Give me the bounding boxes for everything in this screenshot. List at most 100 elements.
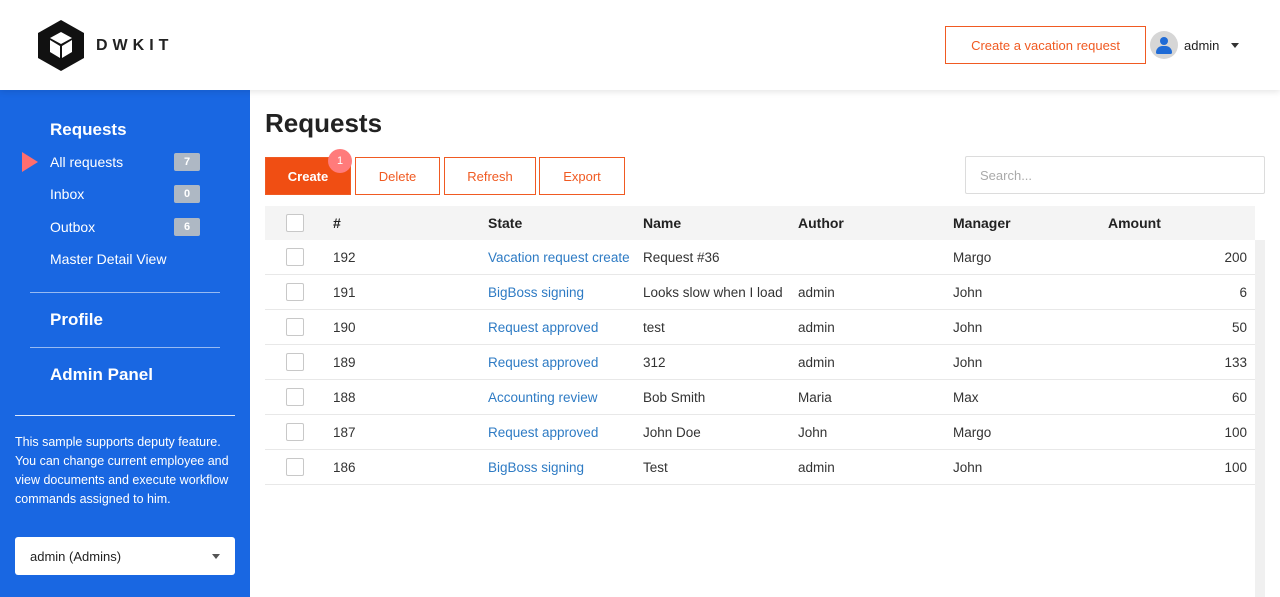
- deputy-feature-note: This sample supports deputy feature. You…: [15, 435, 229, 506]
- create-vacation-request-button[interactable]: Create a vacation request: [945, 26, 1146, 64]
- grid-header: # State Name Author Manager Amount: [265, 206, 1255, 240]
- cell-amount: 133: [1224, 354, 1247, 370]
- cell-manager: Margo: [953, 249, 992, 265]
- user-menu[interactable]: admin: [1150, 31, 1240, 59]
- count-badge: 7: [174, 153, 200, 171]
- cell-name: John Doe: [643, 424, 701, 440]
- cube-logo-icon: [38, 20, 84, 71]
- sidebar-item-label: Outbox: [50, 219, 96, 235]
- row-checkbox[interactable]: [286, 388, 304, 406]
- active-item-marker-icon: [22, 152, 38, 172]
- column-header-author[interactable]: Author: [798, 215, 844, 231]
- cell-id: 187: [333, 424, 356, 440]
- sidebar: Requests All requests 7 Inbox 0 Outbox 6…: [0, 90, 250, 597]
- count-badge: 6: [174, 218, 200, 236]
- cell-id: 186: [333, 459, 356, 475]
- sidebar-item-inbox[interactable]: Inbox 0: [50, 184, 200, 204]
- logo[interactable]: DWKIT: [38, 20, 173, 71]
- sidebar-item-all-requests[interactable]: All requests 7: [50, 152, 200, 172]
- cell-state-link[interactable]: BigBoss signing: [488, 285, 630, 300]
- cell-manager: Margo: [953, 424, 992, 440]
- search-input[interactable]: [965, 156, 1265, 194]
- cell-manager: John: [953, 459, 983, 475]
- select-all-checkbox[interactable]: [286, 214, 304, 232]
- cell-amount: 200: [1224, 249, 1247, 265]
- cell-id: 189: [333, 354, 356, 370]
- notification-badge: 1: [328, 149, 352, 173]
- employee-select-value: admin (Admins): [30, 548, 122, 564]
- cell-manager: John: [953, 319, 983, 335]
- cell-manager: John: [953, 284, 983, 300]
- sidebar-divider: [30, 292, 220, 293]
- grid-scrollbar[interactable]: [1255, 240, 1265, 597]
- table-row[interactable]: 190 Request approved test admin John 50: [265, 310, 1255, 345]
- cell-state-link[interactable]: Request approved: [488, 355, 630, 370]
- table-row[interactable]: 189 Request approved 312 admin John 133: [265, 345, 1255, 380]
- cell-name: Looks slow when I load: [643, 284, 783, 300]
- chevron-down-icon: [212, 553, 220, 559]
- refresh-button[interactable]: Refresh: [444, 157, 536, 195]
- row-checkbox[interactable]: [286, 458, 304, 476]
- column-header-id[interactable]: #: [333, 215, 341, 231]
- sidebar-item-outbox[interactable]: Outbox 6: [50, 217, 200, 237]
- sidebar-section-profile[interactable]: Profile: [50, 310, 103, 330]
- row-checkbox[interactable]: [286, 248, 304, 266]
- row-checkbox[interactable]: [286, 423, 304, 441]
- cell-amount: 100: [1224, 459, 1247, 475]
- row-checkbox[interactable]: [286, 353, 304, 371]
- logo-text: DWKIT: [96, 36, 174, 54]
- delete-button[interactable]: Delete: [355, 157, 440, 195]
- user-name: admin: [1184, 37, 1220, 53]
- cell-id: 188: [333, 389, 356, 405]
- chevron-down-icon: [1231, 42, 1240, 48]
- row-checkbox[interactable]: [286, 318, 304, 336]
- cell-name: 312: [643, 354, 666, 370]
- column-header-state[interactable]: State: [488, 215, 522, 231]
- sidebar-divider: [30, 347, 220, 348]
- cell-name: test: [643, 319, 665, 335]
- table-row[interactable]: 187 Request approved John Doe John Margo…: [265, 415, 1255, 450]
- cell-manager: Max: [953, 389, 979, 405]
- cell-state-link[interactable]: Request approved: [488, 320, 630, 335]
- cell-state-link[interactable]: Vacation request created: [488, 250, 630, 265]
- cell-manager: John: [953, 354, 983, 370]
- table-row[interactable]: 186 BigBoss signing Test admin John 100: [265, 450, 1255, 485]
- column-header-amount[interactable]: Amount: [1108, 215, 1161, 231]
- sidebar-item-label: All requests: [50, 154, 124, 170]
- table-row[interactable]: 192 Vacation request created Request #36…: [265, 240, 1255, 275]
- column-header-name[interactable]: Name: [643, 215, 681, 231]
- cell-author: admin: [798, 284, 835, 300]
- sidebar-item-master-detail-view[interactable]: Master Detail View: [50, 249, 230, 269]
- cell-state-link[interactable]: Request approved: [488, 425, 630, 440]
- cell-name: Test: [643, 459, 668, 475]
- cell-author: Maria: [798, 389, 832, 405]
- requests-grid: # State Name Author Manager Amount 192 V…: [265, 206, 1255, 485]
- cell-author: admin: [798, 319, 835, 335]
- sidebar-item-label: Master Detail View: [50, 251, 167, 267]
- cell-amount: 6: [1239, 284, 1247, 300]
- table-row[interactable]: 188 Accounting review Bob Smith Maria Ma…: [265, 380, 1255, 415]
- sidebar-section-admin-panel[interactable]: Admin Panel: [50, 365, 153, 385]
- cell-state-link[interactable]: BigBoss signing: [488, 460, 630, 475]
- cell-amount: 50: [1231, 319, 1247, 335]
- cell-state-link[interactable]: Accounting review: [488, 390, 630, 405]
- employee-select[interactable]: admin (Admins): [15, 537, 235, 575]
- row-checkbox[interactable]: [286, 283, 304, 301]
- sidebar-item-label: Inbox: [50, 186, 85, 202]
- sidebar-divider: [15, 415, 235, 416]
- cell-name: Request #36: [643, 249, 720, 265]
- cell-id: 192: [333, 249, 356, 265]
- cell-author: admin: [798, 354, 835, 370]
- cell-name: Bob Smith: [643, 389, 706, 405]
- cell-id: 191: [333, 284, 356, 300]
- column-header-manager[interactable]: Manager: [953, 215, 1011, 231]
- sidebar-section-requests[interactable]: Requests: [50, 120, 127, 140]
- export-button[interactable]: Export: [539, 157, 625, 195]
- count-badge: 0: [174, 185, 200, 203]
- page-title: Requests: [265, 108, 383, 138]
- app-header: DWKIT Create a vacation request admin: [0, 0, 1280, 90]
- cell-amount: 100: [1224, 424, 1247, 440]
- table-row[interactable]: 191 BigBoss signing Looks slow when I lo…: [265, 275, 1255, 310]
- user-avatar-icon: [1150, 31, 1178, 59]
- cell-amount: 60: [1231, 389, 1247, 405]
